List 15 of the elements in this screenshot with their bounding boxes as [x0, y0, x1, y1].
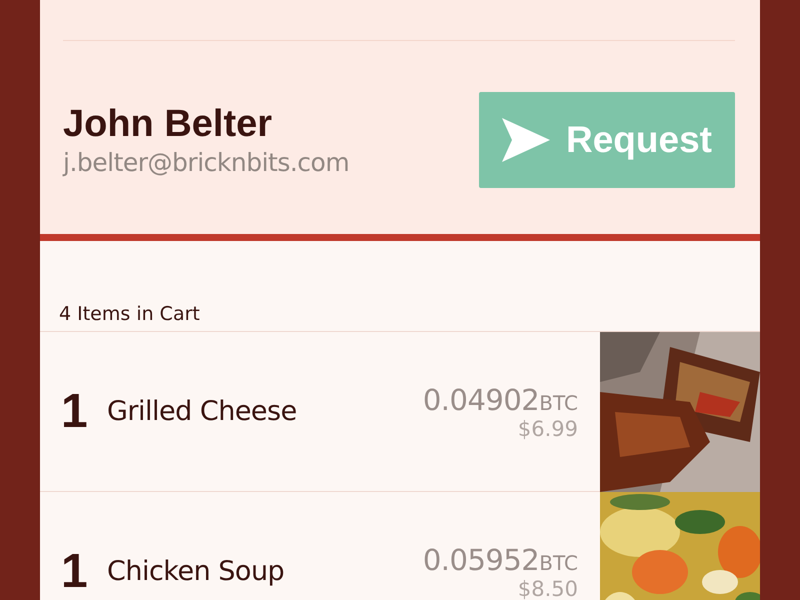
btc-price: 0.04902 [422, 382, 540, 416]
currency-unit: BTC [539, 550, 578, 574]
usd-price: $6.99 [518, 416, 578, 440]
item-quantity: 1 [60, 384, 89, 439]
usd-price: $8.50 [518, 576, 578, 600]
send-icon [502, 118, 550, 162]
user-name: John Belter [63, 103, 274, 146]
user-email: j.belter@bricknbits.com [63, 148, 350, 177]
btc-price: 0.05952 [422, 542, 540, 576]
item-name: Grilled Cheese [107, 396, 298, 427]
item-name: Chicken Soup [107, 556, 286, 587]
currency-unit: BTC [539, 390, 578, 414]
cart-heading: 4 Items in Cart [58, 302, 201, 327]
cart-item[interactable]: 1 Chicken Soup 0.05952BTC $8.50 [40, 491, 760, 600]
item-quantity: 1 [60, 544, 89, 599]
